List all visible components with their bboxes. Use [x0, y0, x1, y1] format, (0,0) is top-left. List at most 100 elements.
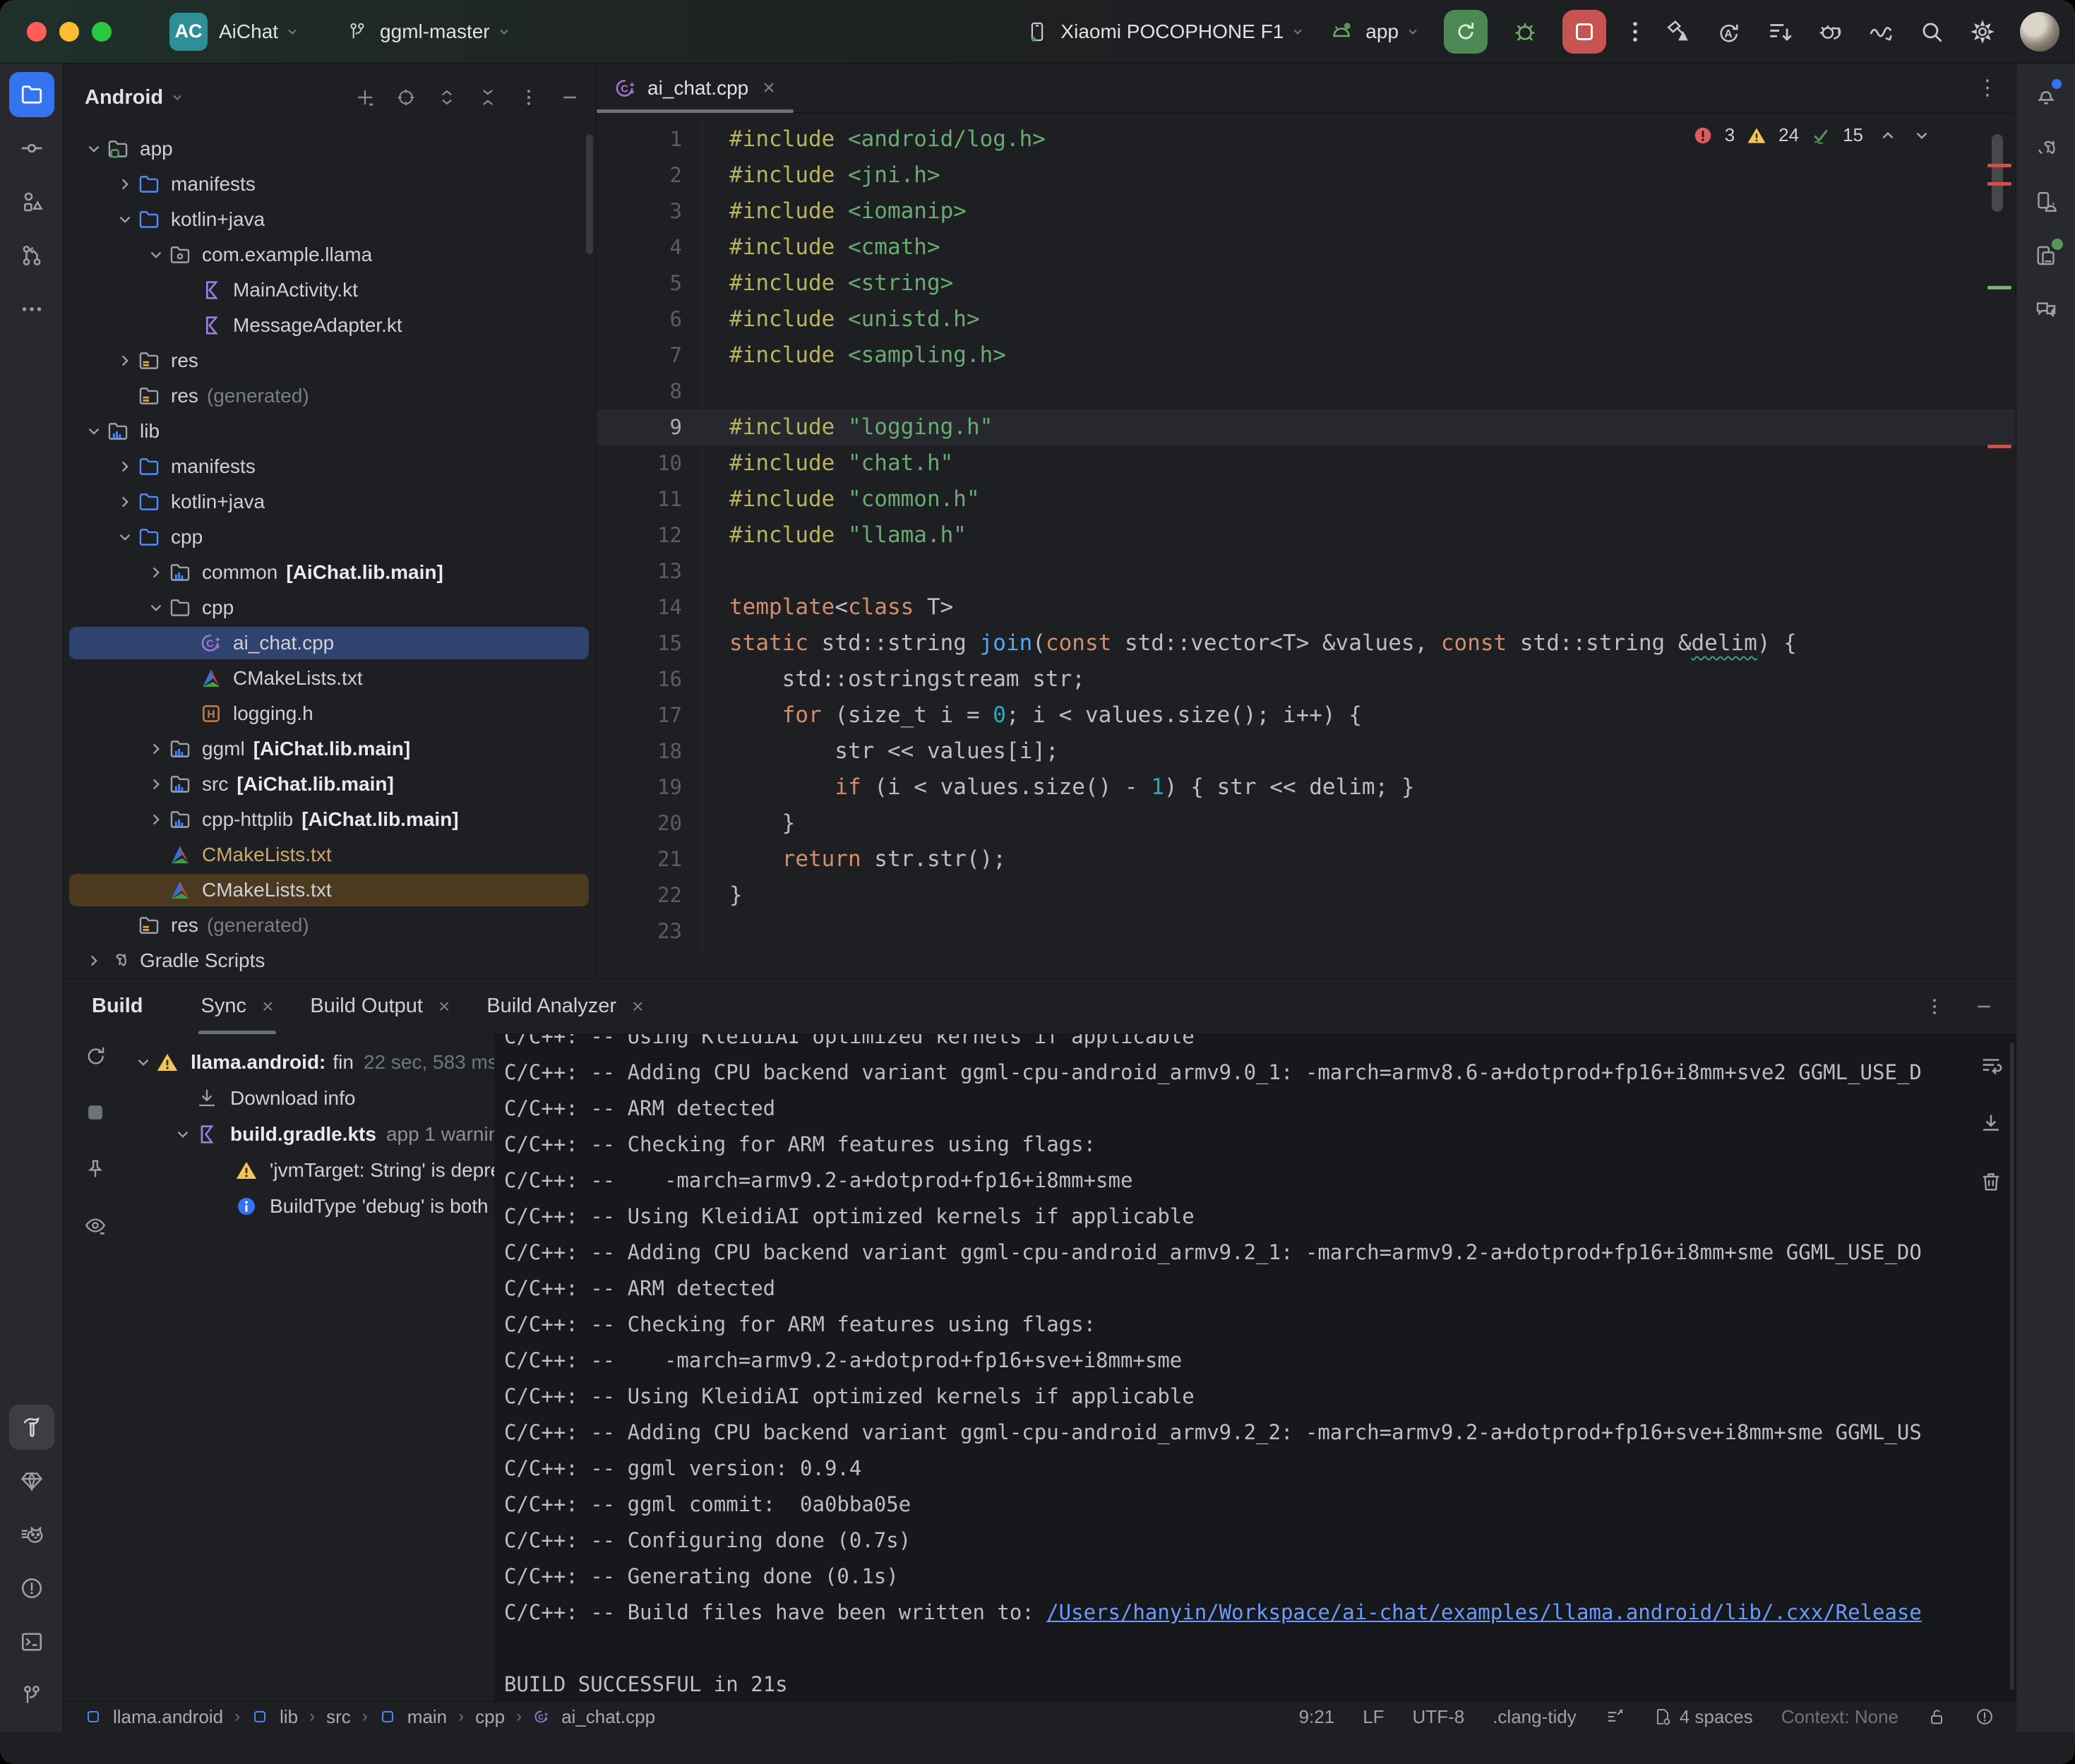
pull-requests-tool-button[interactable]	[9, 233, 54, 278]
close-tab-icon[interactable]: ×	[632, 995, 643, 1018]
chevron-right-icon[interactable]	[144, 740, 168, 758]
commit-tool-button[interactable]	[9, 126, 54, 171]
locate-file-icon[interactable]	[395, 87, 417, 108]
clear-console-icon[interactable]	[1979, 1170, 2003, 1194]
code-line-23[interactable]: 23	[597, 913, 2016, 949]
tree-item-cmakelists-txt[interactable]: CMakeLists.txt	[64, 837, 596, 872]
tree-item-cmakelists-txt[interactable]: CMakeLists.txt	[64, 872, 596, 908]
close-tab-icon[interactable]: ×	[763, 76, 775, 100]
code-line-10[interactable]: 10#include "chat.h"	[597, 445, 2016, 481]
more-run-actions-icon[interactable]	[1630, 18, 1640, 45]
chevron-down-icon[interactable]	[113, 210, 137, 229]
code-line-7[interactable]: 7#include <sampling.h>	[597, 337, 2016, 373]
sync-gradle-file-row[interactable]: build.gradle.kts app 1 warning	[131, 1116, 494, 1152]
code-line-13[interactable]: 13	[597, 553, 2016, 589]
code-line-14[interactable]: 14template<class T>	[597, 589, 2016, 625]
code-line-22[interactable]: 22}	[597, 877, 2016, 913]
chevron-right-icon[interactable]	[113, 175, 137, 193]
next-highlight-icon[interactable]	[1913, 126, 1931, 145]
stop-sync-icon[interactable]	[83, 1100, 107, 1124]
tree-item-res[interactable]: res(generated)	[64, 378, 596, 414]
problems-tool-button[interactable]	[9, 1566, 54, 1611]
apply-changes-icon[interactable]	[1664, 18, 1691, 45]
pin-icon[interactable]	[83, 1157, 107, 1181]
user-avatar[interactable]	[2020, 12, 2059, 52]
tree-item-messageadapter-kt[interactable]: MessageAdapter.kt	[64, 308, 596, 343]
sync-download-row[interactable]: Download info	[131, 1080, 494, 1116]
sync-root-row[interactable]: llama.android: fin 22 sec, 583 ms	[131, 1044, 494, 1080]
code-line-19[interactable]: 19 if (i < values.size() - 1) { str << d…	[597, 769, 2016, 805]
code-line-18[interactable]: 18 str << values[i];	[597, 733, 2016, 769]
code-line-8[interactable]: 8	[597, 373, 2016, 409]
sync-info-row[interactable]: BuildType 'debug' is both de	[131, 1188, 494, 1224]
collapse-all-icon[interactable]	[477, 87, 498, 108]
change-stripe-mark[interactable]	[1987, 286, 2011, 289]
chevron-right-icon[interactable]	[113, 352, 137, 370]
breadcrumb-item[interactable]: ai_chat.cpp	[561, 1706, 655, 1728]
close-tab-icon[interactable]: ×	[262, 995, 273, 1018]
breadcrumb-item[interactable]: src	[326, 1706, 351, 1728]
build-output-path-link[interactable]: /Users/hanyin/Workspace/ai-chat/examples…	[1046, 1600, 1922, 1624]
tree-item-cmakelists-txt[interactable]: CMakeLists.txt	[64, 661, 596, 696]
tab-build-output[interactable]: Build Output×	[292, 979, 468, 1034]
gemini-tool-button[interactable]	[9, 1458, 54, 1504]
code-line-17[interactable]: 17 for (size_t i = 0; i < values.size();…	[597, 697, 2016, 733]
chevron-right-icon[interactable]	[144, 810, 168, 829]
more-tool-windows-button[interactable]	[9, 287, 54, 332]
chevron-right-icon[interactable]	[144, 563, 168, 582]
chevron-down-icon[interactable]	[171, 1125, 195, 1144]
soft-wrap-icon[interactable]	[1979, 1054, 2003, 1078]
caret-position[interactable]: 9:21	[1299, 1706, 1335, 1728]
previous-highlight-icon[interactable]	[1879, 126, 1897, 145]
code-line-6[interactable]: 6#include <unistd.h>	[597, 301, 2016, 337]
build-console[interactable]: C/C++: -- Using KleidiAI optimized kerne…	[494, 1034, 2016, 1701]
rerun-app-button[interactable]	[1444, 10, 1488, 54]
version-control-tool-button[interactable]	[9, 1673, 54, 1718]
tree-item-ggml[interactable]: ggml[AiChat.lib.main]	[64, 731, 596, 767]
line-ending[interactable]: LF	[1363, 1706, 1384, 1728]
tree-item-res[interactable]: res	[64, 343, 596, 378]
chevron-down-icon[interactable]	[144, 246, 168, 264]
run-configuration-selector[interactable]: app	[1329, 19, 1420, 44]
breadcrumb-item[interactable]: main	[407, 1706, 447, 1728]
breadcrumb-item[interactable]: lib	[280, 1706, 298, 1728]
code-editor[interactable]: 1#include <android/log.h>2#include <jni.…	[597, 113, 2016, 949]
vcs-branch-widget[interactable]: ggml-master	[346, 20, 511, 43]
tree-item-mainactivity-kt[interactable]: MainActivity.kt	[64, 272, 596, 308]
tree-item-cpp[interactable]: cpp	[64, 520, 596, 555]
zoom-window-button[interactable]	[92, 22, 112, 42]
tree-item-kotlin-java[interactable]: kotlin+java	[64, 202, 596, 237]
add-icon[interactable]	[354, 87, 376, 108]
search-everywhere-icon[interactable]	[1918, 18, 1945, 45]
code-line-4[interactable]: 4#include <cmath>	[597, 229, 2016, 265]
scroll-to-end-icon[interactable]	[1979, 1112, 2003, 1136]
close-tab-icon[interactable]: ×	[438, 995, 450, 1018]
tree-item-lib[interactable]: lib	[64, 414, 596, 449]
sync-warning-row[interactable]: 'jvmTarget: String' is deprec	[131, 1152, 494, 1188]
gradle-tool-button[interactable]	[2023, 126, 2069, 171]
console-scrollbar[interactable]	[2010, 1043, 2014, 1690]
tree-item-kotlin-java[interactable]: kotlin+java	[64, 484, 596, 520]
tree-item-res[interactable]: res(generated)	[64, 908, 596, 943]
error-stripe-mark[interactable]	[1987, 445, 2011, 448]
close-window-button[interactable]	[27, 22, 47, 42]
code-line-5[interactable]: 5#include <string>	[597, 265, 2016, 301]
tree-item-manifests[interactable]: manifests	[64, 449, 596, 484]
attach-debugger-icon[interactable]	[1817, 18, 1843, 45]
tree-item-gradle-scripts[interactable]: Gradle Scripts	[64, 943, 596, 978]
project-scrollbar[interactable]	[586, 134, 593, 254]
project-widget[interactable]: AC AiChat	[124, 13, 299, 51]
project-tool-button[interactable]	[9, 72, 54, 117]
chevron-right-icon[interactable]	[82, 952, 106, 970]
minimize-window-button[interactable]	[59, 22, 79, 42]
lock-open-icon[interactable]	[1927, 1707, 1947, 1727]
chevron-right-icon[interactable]	[113, 493, 137, 511]
editor-scrollbar[interactable]	[1992, 134, 2003, 212]
error-stripe-mark[interactable]	[1987, 182, 2011, 186]
clang-tidy-status[interactable]: .clang-tidy	[1493, 1706, 1577, 1728]
hide-tool-window-icon[interactable]	[1973, 996, 1995, 1017]
profiler-icon[interactable]	[1867, 18, 1894, 45]
chevron-down-icon[interactable]	[82, 422, 106, 440]
error-stripe-mark[interactable]	[1987, 164, 2011, 167]
editor-options-icon[interactable]: ⋮	[1977, 76, 1999, 100]
